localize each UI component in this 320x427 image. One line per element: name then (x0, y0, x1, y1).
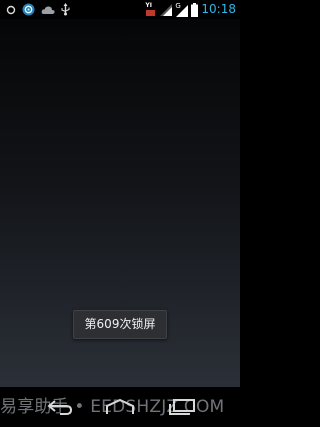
navigation-bar (0, 387, 240, 427)
home-button[interactable] (90, 387, 150, 427)
status-clock: 10:18 (201, 2, 236, 16)
recent-apps-button[interactable] (152, 387, 212, 427)
cell-signal-icon: G (175, 2, 189, 17)
status-bar: YI G 10:18 (0, 0, 240, 19)
home-icon (106, 399, 134, 414)
notification-icons (6, 2, 70, 17)
wifi-icon (160, 4, 173, 16)
back-button[interactable] (30, 387, 90, 427)
sync-icon (22, 3, 35, 16)
back-icon (47, 400, 73, 415)
signal-icon: YI (145, 2, 157, 17)
battery-icon (191, 2, 199, 17)
toast-message: 第609次锁屏 (73, 310, 167, 339)
circle-icon (6, 5, 16, 14)
usb-icon (61, 3, 70, 16)
recent-apps-icon (169, 399, 195, 415)
cloud-icon (41, 5, 55, 14)
system-icons: YI G 10:18 (145, 1, 236, 18)
signal-label: YI (145, 2, 152, 9)
